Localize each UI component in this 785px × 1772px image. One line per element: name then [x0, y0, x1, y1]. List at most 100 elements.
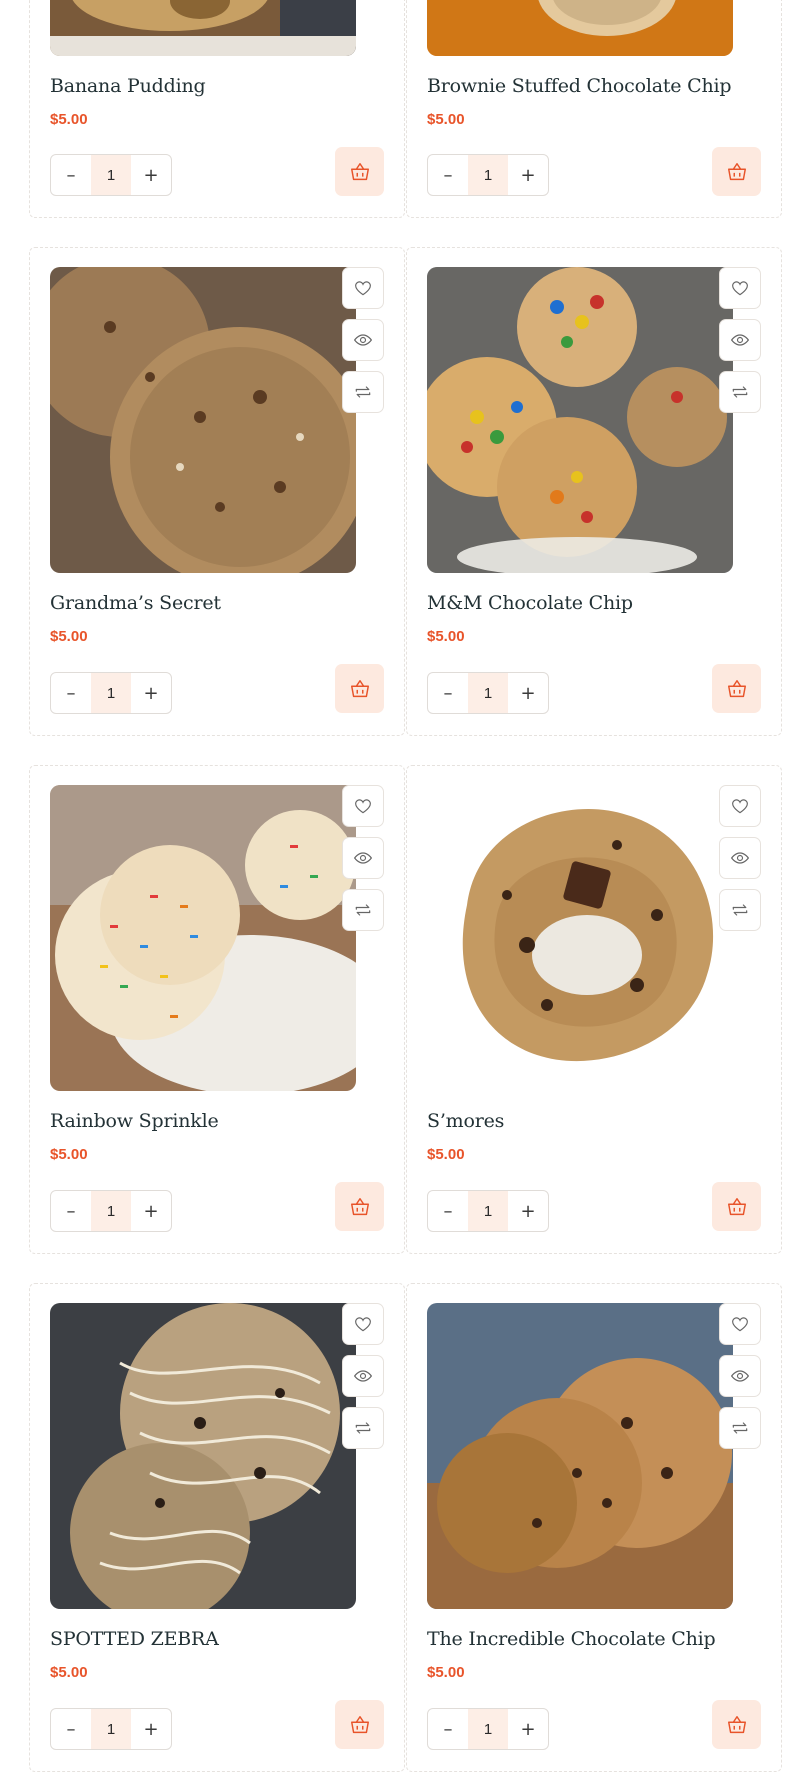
quantity-stepper: – 1 +: [427, 672, 549, 714]
add-to-cart-button[interactable]: [712, 1182, 761, 1231]
add-to-cart-button[interactable]: [335, 1700, 384, 1749]
basket-icon: [350, 679, 369, 697]
compare-arrows-icon: [732, 904, 748, 916]
quantity-value[interactable]: 1: [468, 1191, 508, 1231]
quick-view-button[interactable]: [342, 1355, 384, 1397]
product-actions: [719, 1303, 761, 1449]
heart-icon: [355, 281, 371, 296]
wishlist-button[interactable]: [719, 785, 761, 827]
add-to-cart-button[interactable]: [712, 147, 761, 196]
eye-icon: [353, 334, 373, 346]
eye-icon: [353, 1370, 373, 1382]
product-title[interactable]: Banana Pudding: [50, 75, 384, 97]
add-to-cart-button[interactable]: [335, 1182, 384, 1231]
product-actions: [342, 785, 384, 931]
product-image[interactable]: [427, 785, 733, 1091]
add-to-cart-button[interactable]: [712, 664, 761, 713]
wishlist-button[interactable]: [719, 1303, 761, 1345]
product-price: $5.00: [50, 1664, 88, 1681]
decrease-qty-button[interactable]: –: [428, 1191, 468, 1231]
quantity-stepper: – 1 +: [50, 1708, 172, 1750]
quick-view-button[interactable]: [342, 319, 384, 361]
compare-arrows-icon: [355, 1422, 371, 1434]
heart-icon: [732, 1317, 748, 1332]
basket-icon: [727, 162, 746, 180]
product-price: $5.00: [427, 1664, 465, 1681]
decrease-qty-button[interactable]: –: [428, 155, 468, 195]
quick-view-button[interactable]: [342, 837, 384, 879]
quick-view-button[interactable]: [719, 837, 761, 879]
product-actions: [342, 267, 384, 413]
quick-view-button[interactable]: [719, 1355, 761, 1397]
product-title[interactable]: The Incredible Chocolate Chip: [427, 1628, 761, 1650]
quantity-value[interactable]: 1: [91, 1709, 131, 1749]
increase-qty-button[interactable]: +: [508, 673, 548, 713]
compare-arrows-icon: [355, 904, 371, 916]
product-grid: Banana Pudding $5.00 – 1 + Brownie Stuff…: [0, 0, 785, 1772]
compare-arrows-icon: [732, 1422, 748, 1434]
eye-icon: [730, 852, 750, 864]
banana-pudding-photo: [50, 0, 356, 56]
product-card: M&M Chocolate Chip $5.00 – 1 +: [406, 247, 782, 736]
product-price: $5.00: [50, 628, 88, 645]
decrease-qty-button[interactable]: –: [428, 1709, 468, 1749]
product-title[interactable]: Grandma’s Secret: [50, 592, 384, 614]
increase-qty-button[interactable]: +: [508, 155, 548, 195]
compare-button[interactable]: [719, 371, 761, 413]
wishlist-button[interactable]: [342, 785, 384, 827]
product-title[interactable]: M&M Chocolate Chip: [427, 592, 761, 614]
product-image[interactable]: [427, 0, 733, 56]
basket-icon: [727, 1715, 746, 1733]
quantity-stepper: – 1 +: [427, 1708, 549, 1750]
quantity-value[interactable]: 1: [468, 673, 508, 713]
increase-qty-button[interactable]: +: [508, 1709, 548, 1749]
quantity-stepper: – 1 +: [427, 154, 549, 196]
wishlist-button[interactable]: [342, 267, 384, 309]
increase-qty-button[interactable]: +: [131, 673, 171, 713]
product-title[interactable]: Brownie Stuffed Chocolate Chip: [427, 75, 761, 97]
heart-icon: [355, 1317, 371, 1332]
wishlist-button[interactable]: [342, 1303, 384, 1345]
heart-icon: [732, 799, 748, 814]
product-image[interactable]: [427, 267, 733, 573]
quick-view-button[interactable]: [719, 319, 761, 361]
product-title[interactable]: SPOTTED ZEBRA: [50, 1628, 384, 1650]
compare-button[interactable]: [719, 1407, 761, 1449]
decrease-qty-button[interactable]: –: [51, 1191, 91, 1231]
product-image[interactable]: [50, 0, 356, 56]
basket-icon: [727, 1197, 746, 1215]
decrease-qty-button[interactable]: –: [51, 155, 91, 195]
smores-cookie-photo: [427, 785, 733, 1091]
quantity-value[interactable]: 1: [91, 155, 131, 195]
increase-qty-button[interactable]: +: [131, 1709, 171, 1749]
compare-button[interactable]: [342, 1407, 384, 1449]
compare-button[interactable]: [719, 889, 761, 931]
increase-qty-button[interactable]: +: [131, 155, 171, 195]
product-image[interactable]: [427, 1303, 733, 1609]
product-price: $5.00: [427, 111, 465, 128]
product-title[interactable]: S’mores: [427, 1110, 761, 1132]
quantity-value[interactable]: 1: [91, 673, 131, 713]
wishlist-button[interactable]: [719, 267, 761, 309]
quantity-value[interactable]: 1: [91, 1191, 131, 1231]
product-image[interactable]: [50, 1303, 356, 1609]
decrease-qty-button[interactable]: –: [51, 1709, 91, 1749]
quantity-value[interactable]: 1: [468, 1709, 508, 1749]
mm-chocolate-chip-photo: [427, 267, 733, 573]
product-image[interactable]: [50, 267, 356, 573]
basket-icon: [727, 679, 746, 697]
increase-qty-button[interactable]: +: [131, 1191, 171, 1231]
add-to-cart-button[interactable]: [335, 664, 384, 713]
decrease-qty-button[interactable]: –: [51, 673, 91, 713]
product-image[interactable]: [50, 785, 356, 1091]
compare-button[interactable]: [342, 371, 384, 413]
product-title[interactable]: Rainbow Sprinkle: [50, 1110, 384, 1132]
add-to-cart-button[interactable]: [712, 1700, 761, 1749]
compare-button[interactable]: [342, 889, 384, 931]
increase-qty-button[interactable]: +: [508, 1191, 548, 1231]
decrease-qty-button[interactable]: –: [428, 673, 468, 713]
product-actions: [719, 267, 761, 413]
quantity-stepper: – 1 +: [50, 672, 172, 714]
add-to-cart-button[interactable]: [335, 147, 384, 196]
quantity-value[interactable]: 1: [468, 155, 508, 195]
